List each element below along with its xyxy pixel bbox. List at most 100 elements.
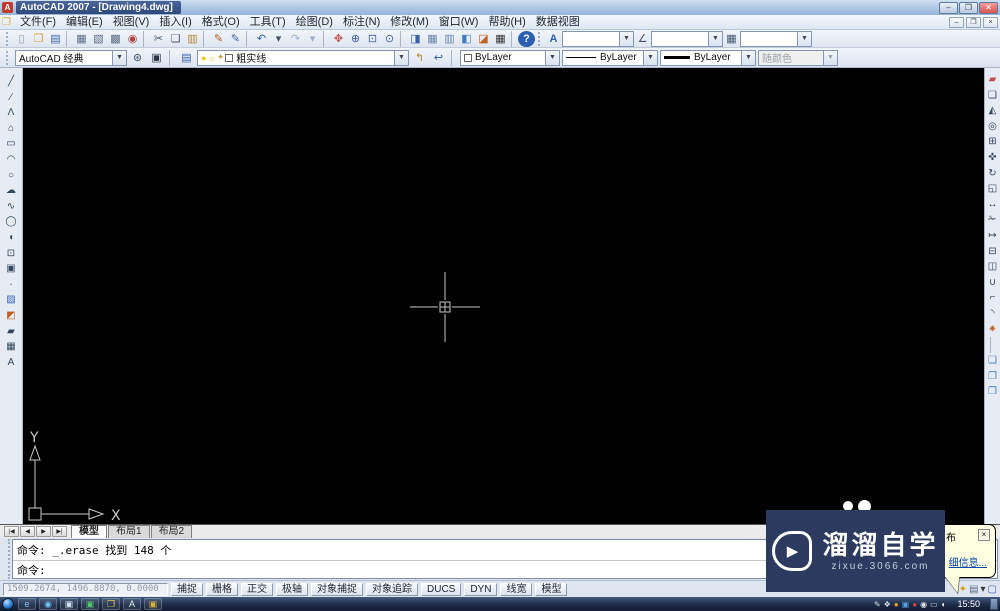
layer-on-icon[interactable]: ●	[201, 53, 206, 63]
chevron-down-icon[interactable]: ▼	[643, 51, 657, 65]
paste-button[interactable]: ▥	[184, 31, 201, 47]
chevron-down-icon[interactable]: ▼	[619, 32, 633, 46]
ortho-toggle[interactable]: 正交	[241, 583, 273, 596]
table-style-combo[interactable]: ▼	[740, 31, 812, 47]
text-style-icon[interactable]: A	[545, 31, 562, 47]
break-at-point-button[interactable]: ⊟	[985, 244, 1000, 259]
plot-button[interactable]: ▦	[73, 31, 90, 47]
workspace-settings-icon[interactable]: ⊛	[129, 50, 146, 66]
osnap-toggle[interactable]: 对象捕捉	[311, 583, 363, 596]
publish-button[interactable]: ▩	[107, 31, 124, 47]
save-workspace-icon[interactable]: ▣	[148, 50, 165, 66]
join-button[interactable]: ∪	[985, 275, 1000, 290]
clean-screen-button[interactable]: ▢	[988, 584, 997, 595]
layer-freeze-icon[interactable]: ☼	[207, 53, 215, 63]
layer-previous-icon[interactable]: ↩	[430, 50, 447, 66]
tray-gray-icon[interactable]: ◉	[920, 600, 927, 609]
mdi-restore-button[interactable]: ❐	[966, 17, 981, 28]
toolbar-grip[interactable]	[6, 32, 10, 46]
chevron-down-icon[interactable]: ▼	[741, 51, 755, 65]
chevron-down-icon[interactable]: ▼	[797, 32, 811, 46]
hatch-button[interactable]: ▨	[3, 292, 20, 307]
taskbar-explorer-button[interactable]: ▣	[60, 598, 78, 610]
undo-button[interactable]: ↶	[253, 31, 270, 47]
undo-dropdown[interactable]: ▾	[270, 31, 287, 47]
zoom-previous-button[interactable]: ⊙	[381, 31, 398, 47]
send-to-back-button[interactable]: ❐	[985, 369, 1000, 384]
markup-set-manager-button[interactable]: ◪	[475, 31, 492, 47]
make-object-layer-current-icon[interactable]: ↰	[411, 50, 428, 66]
coordinates-readout[interactable]: 1509.2674, 1496.8870, 0.0000	[3, 583, 168, 596]
bring-to-front-button[interactable]: ❏	[985, 353, 1000, 368]
plot-preview-button[interactable]: ▧	[90, 31, 107, 47]
stretch-button[interactable]: ↔	[985, 197, 1000, 212]
toolbar-grip[interactable]	[538, 32, 542, 46]
mdi-minimize-button[interactable]: –	[949, 17, 964, 28]
table-button[interactable]: ▦	[3, 339, 20, 354]
arc-button[interactable]: ◠	[3, 152, 20, 167]
rotate-button[interactable]: ↻	[985, 166, 1000, 181]
spline-button[interactable]: ∿	[3, 199, 20, 214]
erase-button[interactable]: ▰	[985, 72, 1000, 87]
taskbar-viewer-button[interactable]: ▣	[144, 598, 162, 610]
snap-toggle[interactable]: 捕捉	[171, 583, 203, 596]
model-space-button[interactable]: 模型	[535, 583, 567, 596]
taskbar-browser-button[interactable]: ◉	[39, 598, 57, 610]
chevron-down-icon[interactable]: ▼	[112, 51, 126, 65]
menu-item-edit[interactable]: 编辑(E)	[61, 15, 108, 30]
trim-button[interactable]: ✁	[985, 212, 1000, 227]
save-button[interactable]: ▤	[47, 31, 64, 47]
menu-item-help[interactable]: 帮助(H)	[483, 15, 530, 30]
command-window-grip[interactable]	[2, 539, 10, 579]
otrack-toggle[interactable]: 对象追踪	[366, 583, 418, 596]
quickcalc-button[interactable]: ▦	[492, 31, 509, 47]
maximize-button[interactable]: ❐	[959, 2, 978, 14]
tray-network-icon[interactable]: ▭	[930, 600, 938, 609]
balloon-close-icon[interactable]: ×	[978, 529, 990, 541]
revision-cloud-button[interactable]: ☁	[3, 183, 20, 198]
make-block-button[interactable]: ▣	[3, 261, 20, 276]
chevron-down-icon[interactable]: ▼	[394, 51, 408, 65]
tray-blue-icon[interactable]: ▣	[902, 600, 910, 609]
3d-dwf-button[interactable]: ◉	[124, 31, 141, 47]
start-button[interactable]	[2, 598, 14, 610]
redo-button[interactable]: ↷	[287, 31, 304, 47]
taskbar-green-app-button[interactable]: ▣	[81, 598, 99, 610]
menu-item-dataview[interactable]: 数据视图	[531, 15, 585, 30]
taskbar-ie-button[interactable]: e	[18, 598, 36, 610]
menu-item-format[interactable]: 格式(O)	[197, 15, 245, 30]
zoom-window-button[interactable]: ⊡	[364, 31, 381, 47]
gradient-button[interactable]: ◩	[3, 308, 20, 323]
pan-button[interactable]: ✥	[330, 31, 347, 47]
multiline-text-button[interactable]: A	[3, 355, 20, 370]
plot-notify-icon[interactable]: ▤	[969, 584, 978, 595]
taskbar-clock[interactable]: 15:50	[957, 599, 980, 609]
minimize-button[interactable]: –	[939, 2, 958, 14]
tray-orange-icon[interactable]: ●	[894, 600, 899, 609]
menu-item-tools[interactable]: 工具(T)	[245, 15, 291, 30]
mdi-close-button[interactable]: ×	[983, 17, 998, 28]
layer-lock-icon[interactable]: ✦	[217, 52, 225, 63]
scale-button[interactable]: ◱	[985, 181, 1000, 196]
block-editor-button[interactable]: ✎	[227, 31, 244, 47]
dim-style-combo[interactable]: ▼	[651, 31, 723, 47]
polygon-button[interactable]: ⌂	[3, 121, 20, 136]
workspace-combo[interactable]: AutoCAD 经典 ▼	[15, 50, 127, 66]
explode-button[interactable]: ✷	[985, 322, 1000, 337]
balloon-details-link[interactable]: 细信息...	[949, 554, 987, 569]
dim-style-icon[interactable]: ∠	[634, 31, 651, 47]
status-tray-arrow[interactable]: ▾	[981, 584, 986, 595]
new-button[interactable]: ▯	[13, 31, 30, 47]
text-style-combo[interactable]: ▼	[562, 31, 634, 47]
mirror-button[interactable]: ◭	[985, 103, 1000, 118]
circle-button[interactable]: ○	[3, 168, 20, 183]
drawing-canvas[interactable]: Y X	[23, 68, 984, 524]
region-button[interactable]: ▰	[3, 324, 20, 339]
menu-item-insert[interactable]: 插入(I)	[154, 15, 196, 30]
close-button[interactable]: ✕	[979, 2, 998, 14]
table-style-icon[interactable]: ▦	[723, 31, 740, 47]
menu-item-dimension[interactable]: 标注(N)	[338, 15, 385, 30]
dyn-toggle[interactable]: DYN	[464, 583, 497, 596]
insert-block-button[interactable]: ⊡	[3, 246, 20, 261]
menu-item-draw[interactable]: 绘图(D)	[291, 15, 338, 30]
